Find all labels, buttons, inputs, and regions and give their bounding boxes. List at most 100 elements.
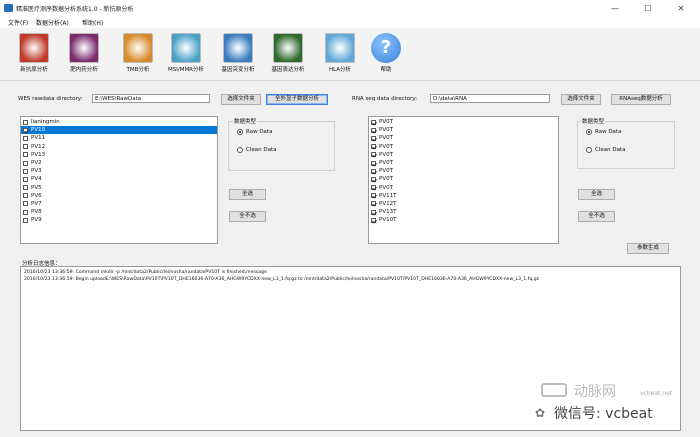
wes-sample-item[interactable]: PV10 <box>21 126 217 135</box>
rna-select-all-button[interactable]: 全选 <box>578 189 615 200</box>
rna-sample-item[interactable]: PV11T <box>369 192 558 200</box>
wes-sample-item[interactable]: PV6 <box>21 192 217 200</box>
rna-sample-item[interactable]: PV0T <box>369 175 558 183</box>
checkbox-checked-icon[interactable] <box>371 185 376 191</box>
wes-sample-item[interactable]: PV7 <box>21 200 217 208</box>
rna-sample-item[interactable]: PV0T <box>369 143 558 151</box>
wes-sample-item[interactable]: PV13 <box>21 151 217 159</box>
wes-sample-name: PV5 <box>31 184 42 191</box>
wes-sample-item[interactable]: PV4 <box>21 175 217 183</box>
wes-clean-data-option[interactable]: Clean Data <box>237 147 277 153</box>
rna-clean-data-option[interactable]: Clean Data <box>586 147 626 153</box>
wes-sample-item[interactable]: PV3 <box>21 167 217 175</box>
wes-select-all-button[interactable]: 全选 <box>229 189 266 200</box>
wes-sample-name: PV9 <box>31 217 42 224</box>
wes-sample-item[interactable]: PV8 <box>21 208 217 216</box>
rna-sample-item[interactable]: PV0T <box>369 134 558 142</box>
rna-browse-button[interactable]: 选择文件夹 <box>561 94 601 105</box>
rna-sample-list[interactable]: PV0T PV0T PV0T PV0T PV0T PV0T PV0T PV0T PV0T PV11… <box>368 116 559 244</box>
rna-sample-item[interactable]: PV12T <box>369 200 558 208</box>
radio-empty-icon[interactable] <box>237 147 243 153</box>
rna-sample-item[interactable]: PV0T <box>369 159 558 167</box>
checkbox-empty-icon[interactable] <box>23 217 28 223</box>
wes-sample-name: PV6 <box>31 192 42 199</box>
checkbox-empty-icon[interactable] <box>23 176 28 182</box>
radio-empty-icon[interactable] <box>586 147 592 153</box>
checkbox-checked-icon[interactable] <box>23 127 28 133</box>
wes-sample-item[interactable]: PV9 <box>21 216 217 224</box>
checkbox-empty-icon[interactable] <box>23 201 28 207</box>
toolbar-button-2[interactable]: TMB分析 <box>112 33 164 77</box>
checkbox-empty-icon[interactable] <box>23 209 28 215</box>
minimize-button[interactable]: — <box>604 2 626 14</box>
rna-clean-data-label: Clean Data <box>595 147 626 153</box>
checkbox-checked-icon[interactable] <box>371 135 376 141</box>
menu-file[interactable]: 文件(F) <box>8 18 28 27</box>
wes-sample-name: PV2 <box>31 160 42 167</box>
toolbar-button-label: 帮助 <box>380 67 392 73</box>
rna-raw-data-option[interactable]: Raw Data <box>586 129 621 135</box>
wes-sample-item[interactable]: PV2 <box>21 159 217 167</box>
rna-sample-item[interactable]: PV10T <box>369 216 558 224</box>
checkbox-empty-icon[interactable] <box>23 119 28 125</box>
rna-sample-item[interactable]: PV0T <box>369 126 558 134</box>
wes-raw-data-option[interactable]: Raw Data <box>237 129 272 135</box>
toolbar-button-5[interactable]: 基因表达分析 <box>262 33 314 77</box>
checkbox-empty-icon[interactable] <box>23 135 28 141</box>
wes-sample-item[interactable]: lianingmin <box>21 118 217 126</box>
rna-analyze-button[interactable]: RNAseq数据分析 <box>611 94 671 105</box>
checkbox-empty-icon[interactable] <box>23 152 28 158</box>
toolbar-button-4[interactable]: 基因突变分析 <box>212 33 264 77</box>
checkbox-checked-icon[interactable] <box>371 152 376 158</box>
checkbox-checked-icon[interactable] <box>371 127 376 133</box>
wes-sample-item[interactable]: PV5 <box>21 184 217 192</box>
maximize-button[interactable]: ☐ <box>637 2 659 14</box>
generate-params-button[interactable]: 参数生成 <box>627 243 669 254</box>
rna-dir-input[interactable]: D:\data\RNA <box>430 94 550 103</box>
checkbox-checked-icon[interactable] <box>371 193 376 199</box>
toolbar-button-1[interactable]: 肥内药分析 <box>58 33 110 77</box>
rna-sample-item[interactable]: PV0T <box>369 184 558 192</box>
checkbox-checked-icon[interactable] <box>371 160 376 166</box>
checkbox-checked-icon[interactable] <box>371 119 376 125</box>
checkbox-checked-icon[interactable] <box>371 168 376 174</box>
wes-dir-input[interactable]: E:\WES\RawData <box>92 94 210 103</box>
wes-sample-item[interactable]: PV12 <box>21 143 217 151</box>
toolbar-button-3[interactable]: MSI/MMR分析 <box>160 33 212 77</box>
rna-sample-item[interactable]: PV0T <box>369 167 558 175</box>
rna-deselect-all-button[interactable]: 全不选 <box>578 211 615 222</box>
toolbar-button-6[interactable]: HLA分析 <box>314 33 366 77</box>
wes-browse-button[interactable]: 选择文件夹 <box>221 94 261 105</box>
radio-selected-icon[interactable] <box>237 129 243 135</box>
msi-icon <box>171 33 201 63</box>
rna-sample-item[interactable]: PV13T <box>369 208 558 216</box>
rna-sample-item[interactable]: PV0T <box>369 151 558 159</box>
toolbar-button-label: 基因突变分析 <box>221 67 255 73</box>
wes-sample-item[interactable]: PV11 <box>21 134 217 142</box>
wes-sample-name: PV11 <box>31 135 46 142</box>
toolbar-button-7[interactable]: ? 帮助 <box>360 33 412 77</box>
rna-dir-label: RNA seq data directory: <box>352 96 418 102</box>
menu-analysis[interactable]: 数据分析(A) <box>36 18 69 27</box>
menu-help[interactable]: 帮助(H) <box>82 18 103 27</box>
rna-sample-name: PV0T <box>379 135 393 142</box>
checkbox-checked-icon[interactable] <box>371 209 376 215</box>
checkbox-checked-icon[interactable] <box>371 217 376 223</box>
checkbox-checked-icon[interactable] <box>371 201 376 207</box>
checkbox-empty-icon[interactable] <box>23 185 28 191</box>
checkbox-empty-icon[interactable] <box>23 160 28 166</box>
checkbox-empty-icon[interactable] <box>23 193 28 199</box>
rna-sample-item[interactable]: PV0T <box>369 118 558 126</box>
checkbox-checked-icon[interactable] <box>371 144 376 150</box>
wes-clean-data-label: Clean Data <box>246 147 277 153</box>
checkbox-empty-icon[interactable] <box>23 168 28 174</box>
wes-deselect-all-button[interactable]: 全不选 <box>229 211 266 222</box>
radio-selected-icon[interactable] <box>586 129 592 135</box>
checkbox-empty-icon[interactable] <box>23 144 28 150</box>
wes-sample-list[interactable]: lianingmin PV10 PV11 PV12 PV13 PV2 PV3 PV4 PV5 PV… <box>20 116 218 244</box>
close-button[interactable]: ✕ <box>670 2 692 14</box>
toolbar-button-0[interactable]: 新抗原分析 <box>8 33 60 77</box>
checkbox-checked-icon[interactable] <box>371 176 376 182</box>
menu-bar <box>0 16 700 27</box>
wes-analyze-button[interactable]: 全外显子数据分析 <box>266 94 328 105</box>
